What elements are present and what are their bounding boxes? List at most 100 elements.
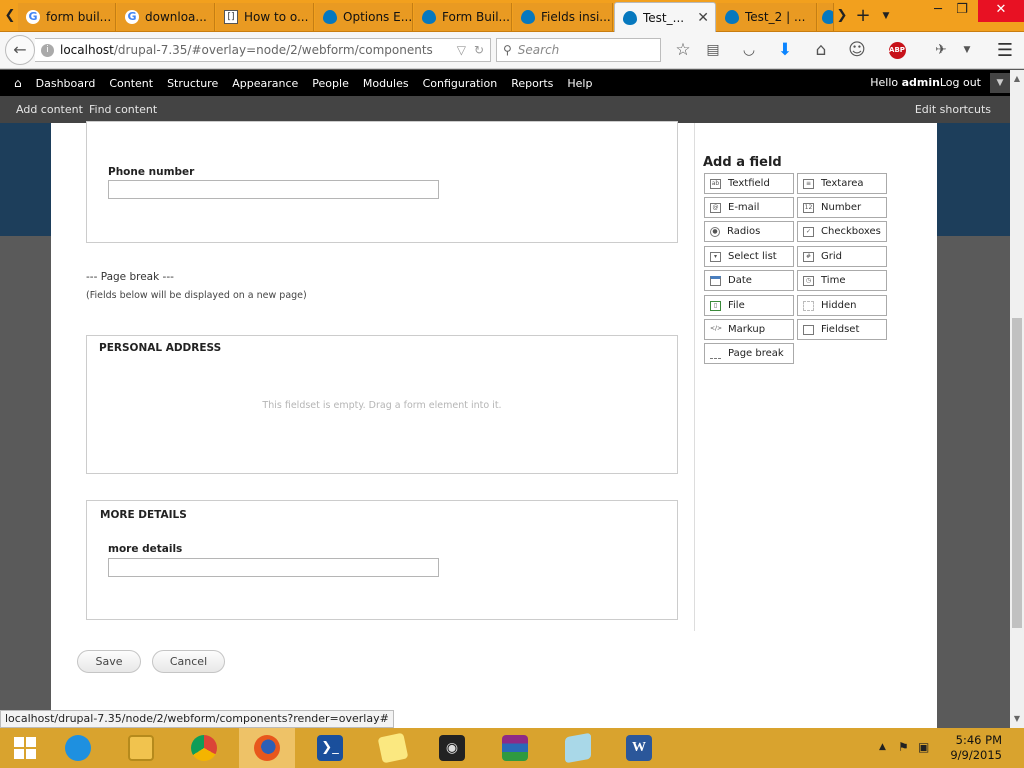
taskbar-sticky-notes[interactable] [365,728,421,768]
username-link[interactable]: admin [902,76,940,89]
tab-title: How to o... [244,10,309,24]
scroll-up-icon[interactable]: ▲ [1010,72,1024,86]
browser-tab[interactable]: G downloa... [117,3,215,31]
scroll-down-icon[interactable]: ▼ [1010,712,1024,726]
logout-link[interactable]: Log out [940,70,981,96]
browser-tab[interactable]: Options E... [315,3,413,31]
downloads-icon[interactable]: ⬇ [770,36,800,65]
taskbar-word[interactable]: W [611,728,667,768]
toolbar-item-people[interactable]: People [312,77,349,90]
fieldset-personal-address[interactable]: PERSONAL ADDRESS This fieldset is empty.… [86,335,678,474]
url-host: localhost [60,43,114,57]
cancel-button[interactable]: Cancel [152,650,225,673]
url-path: /drupal-7.35/#overlay=node/2/webform/com… [113,43,433,57]
phone-number-input[interactable] [108,180,439,199]
word-icon: W [626,735,652,761]
extension-dropdown-icon[interactable]: ▼ [952,36,982,65]
more-details-input[interactable] [108,558,439,577]
save-button[interactable]: Save [77,650,141,673]
action-center-flag-icon[interactable]: ⚑ [898,740,909,754]
page-break-title[interactable]: --- Page break --- [86,271,174,283]
palette-number-button[interactable]: 12 Number [797,197,887,218]
edit-shortcuts-link[interactable]: Edit shortcuts [915,96,991,123]
url-bar[interactable]: i localhost/drupal-7.35/#overlay=node/2/… [35,38,491,62]
fieldset-more-details[interactable]: MORE DETAILS more details [86,500,678,620]
palette-radios-button[interactable]: ● Radios [704,221,794,242]
taskbar-firefox[interactable] [239,728,295,768]
browser-tab-active[interactable]: Test_... ✕ [614,2,716,32]
show-hidden-icons-icon[interactable]: ▲ [879,742,886,752]
taskbar-winrar[interactable] [487,728,543,768]
palette-fieldset-button[interactable]: Fieldset [797,319,887,340]
taskbar-file-explorer[interactable] [113,728,169,768]
start-button[interactable] [0,728,50,768]
powershell-icon: ❯_ [317,735,343,761]
browser-tab[interactable]: Fields insi... [513,3,613,31]
toggle-shortcuts-icon[interactable]: ▼ [990,73,1010,93]
browser-tab-partial[interactable] [818,3,834,31]
palette-checkboxes-button[interactable]: ✓ Checkboxes [797,221,887,242]
toolbar-item-modules[interactable]: Modules [363,77,409,90]
tab-title: Options E... [343,10,412,24]
palette-page-break-button[interactable]: Page break [704,343,794,364]
browser-tab[interactable]: Form Buil... [414,3,512,31]
taskbar-notepad[interactable] [550,728,606,768]
new-tab-icon[interactable]: + [855,4,871,28]
status-bar-url: localhost/drupal-7.35/node/2/webform/com… [0,710,394,728]
google-icon: G [26,10,40,24]
palette-select-list-button[interactable]: ▾ Select list [704,246,794,267]
home-icon[interactable]: ⌂ [14,76,22,90]
maximize-icon[interactable]: ❐ [946,0,978,22]
palette-hidden-button[interactable]: Hidden [797,295,887,316]
palette-file-button[interactable]: ▯ File [704,295,794,316]
hello-chat-icon[interactable]: ☺ [842,36,872,65]
browser-tab[interactable]: Test_2 | ... [717,3,817,31]
back-arrow-icon[interactable]: ← [5,35,35,65]
taskbar-chrome[interactable] [176,728,232,768]
scrollbar-thumb[interactable] [1012,318,1022,628]
notepad-icon [565,732,591,764]
site-info-icon[interactable]: i [41,43,54,57]
textfield-icon: ab [710,178,721,189]
adblock-icon[interactable]: ABP [880,36,914,65]
pocket-icon[interactable]: ◡ [734,36,764,65]
palette-grid-button[interactable]: # Grid [797,246,887,267]
dropdown-history-icon[interactable]: ▽ [457,43,466,57]
toolbar-item-configuration[interactable]: Configuration [423,77,498,90]
scroll-tabs-left-icon[interactable]: ❮ [2,4,18,28]
palette-markup-button[interactable]: </> Markup [704,319,794,340]
palette-textarea-button[interactable]: ≡ Textarea [797,173,887,194]
palette-date-button[interactable]: Date [704,270,794,291]
palette-email-button[interactable]: @ E-mail [704,197,794,218]
toolbar-item-help[interactable]: Help [567,77,592,90]
bookmark-star-icon[interactable]: ☆ [668,36,698,65]
reload-icon[interactable]: ↻ [474,43,484,57]
network-icon[interactable]: ▣ [918,740,929,754]
toolbar-item-structure[interactable]: Structure [167,77,218,90]
browser-tab[interactable]: G form buil... [18,3,116,31]
select-list-icon: ▾ [710,251,721,262]
taskbar-powershell[interactable]: ❯_ [302,728,358,768]
close-tab-icon[interactable]: ✕ [697,10,709,26]
add-content-link[interactable]: Add content [16,96,83,123]
palette-textfield-button[interactable]: ab Textfield [704,173,794,194]
toolbar-item-reports[interactable]: Reports [511,77,553,90]
page-scrollbar[interactable]: ▲ ▼ [1010,70,1024,728]
home-icon[interactable]: ⌂ [806,36,836,65]
clock[interactable]: 5:46 PM 9/9/2015 [950,733,1002,763]
taskbar-media[interactable]: ◉ [424,728,480,768]
scroll-tabs-right-icon[interactable]: ❯ [834,4,850,28]
toolbar-item-dashboard[interactable]: Dashboard [36,77,96,90]
taskbar-internet-explorer[interactable] [50,728,106,768]
tab-title: downloa... [145,10,207,24]
toolbar-item-appearance[interactable]: Appearance [232,77,298,90]
toolbar-item-content[interactable]: Content [109,77,153,90]
reading-list-icon[interactable]: ▤ [698,36,728,65]
palette-time-button[interactable]: ◷ Time [797,270,887,291]
close-window-icon[interactable]: ✕ [978,0,1024,22]
find-content-link[interactable]: Find content [89,96,157,123]
browser-tab[interactable]: [] How to o... [216,3,314,31]
search-input[interactable]: ⚲ Search [496,38,661,62]
list-all-tabs-icon[interactable]: ▼ [878,4,894,28]
hamburger-menu-icon[interactable]: ☰ [990,36,1020,65]
